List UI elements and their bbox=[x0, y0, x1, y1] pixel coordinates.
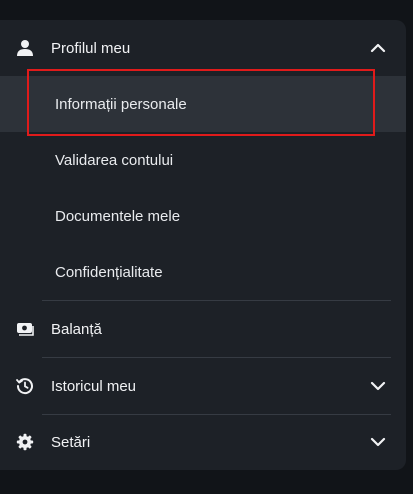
submenu-item-label: Documentele mele bbox=[55, 207, 181, 225]
gear-icon bbox=[16, 433, 34, 451]
account-menu-panel: Profilul meu Informații personale Valida… bbox=[0, 20, 406, 470]
submenu-item-label: Informații personale bbox=[55, 95, 187, 113]
submenu-item-privacy[interactable]: Confidențialitate bbox=[0, 244, 406, 300]
menu-settings-label: Setări bbox=[51, 433, 91, 451]
menu-settings[interactable]: Setări bbox=[0, 414, 406, 470]
menu-history-label: Istoricul meu bbox=[51, 377, 137, 395]
menu-history[interactable]: Istoricul meu bbox=[0, 358, 406, 414]
submenu-item-personal-info[interactable]: Informații personale bbox=[0, 76, 406, 132]
history-icon bbox=[16, 377, 34, 395]
menu-balance[interactable]: Balanță bbox=[0, 301, 406, 357]
menu-profile-label: Profilul meu bbox=[51, 39, 131, 57]
wallet-icon bbox=[16, 320, 34, 338]
user-icon bbox=[16, 39, 34, 57]
submenu-item-label: Validarea contului bbox=[55, 151, 174, 169]
submenu-item-label: Confidențialitate bbox=[55, 263, 163, 281]
submenu-item-my-documents[interactable]: Documentele mele bbox=[0, 188, 406, 244]
chevron-down-icon[interactable] bbox=[370, 378, 386, 394]
menu-profile-header[interactable]: Profilul meu bbox=[0, 20, 406, 76]
chevron-up-icon[interactable] bbox=[370, 40, 386, 56]
submenu-item-account-validation[interactable]: Validarea contului bbox=[0, 132, 406, 188]
menu-balance-label: Balanță bbox=[51, 320, 102, 338]
chevron-down-icon[interactable] bbox=[370, 434, 386, 450]
